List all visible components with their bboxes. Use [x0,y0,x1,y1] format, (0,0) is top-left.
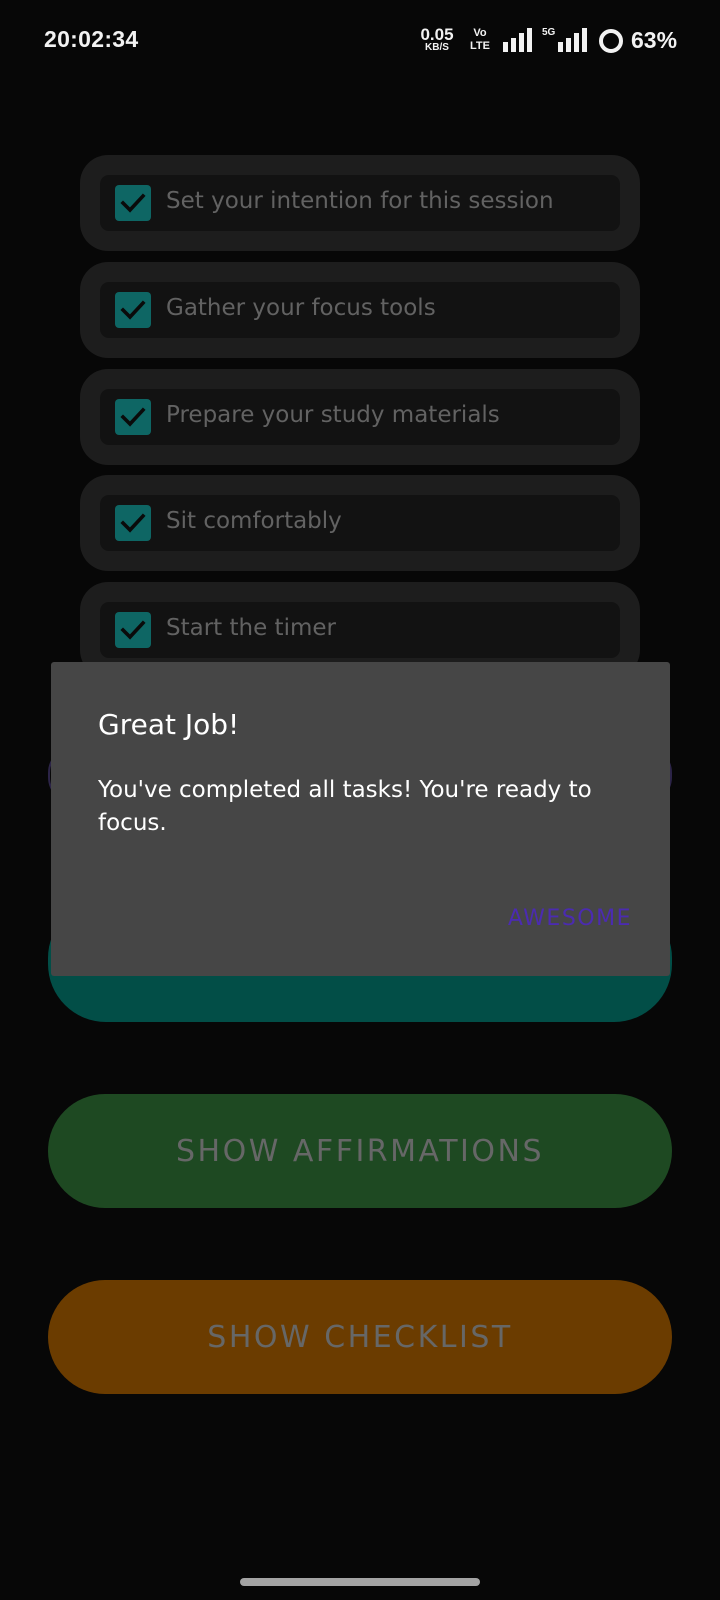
battery-percent: 63% [631,27,678,53]
checklist-item[interactable]: Set your intention for this session [80,155,640,251]
checkbox[interactable] [115,292,151,328]
network-speed-unit: KB/S [425,42,449,53]
check-icon [120,193,146,213]
checklist-item-inner: Gather your focus tools [100,282,620,338]
check-icon [120,620,146,640]
volte-line1: Vo [473,27,487,39]
checklist-item-label: Start the timer [166,615,336,641]
check-icon [120,407,146,427]
completion-dialog: Great Job! You've completed all tasks! Y… [51,662,670,976]
dialog-title: Great Job! [98,708,240,741]
signal-strength-icon [503,28,532,52]
checklist-item-inner: Set your intention for this session [100,175,620,231]
status-time: 20:02:34 [44,26,139,52]
volte-icon: Vo LTE [463,27,497,53]
checklist-item-label: Prepare your study materials [166,402,500,428]
checklist-item-inner: Start the timer [100,602,620,658]
battery-icon [599,29,623,53]
checkbox[interactable] [115,185,151,221]
awesome-button[interactable]: AWESOME [508,906,632,931]
gesture-navigation-bar[interactable] [240,1578,480,1586]
checkbox[interactable] [115,612,151,648]
check-icon [120,513,146,533]
network-5g-label: 5G [542,27,556,38]
checklist-item-label: Sit comfortably [166,508,342,534]
network-speed: 0.05 KB/S [414,26,460,53]
checklist-item-inner: Prepare your study materials [100,389,620,445]
status-bar: 20:02:34 0.05 KB/S Vo LTE 5G 63% [0,0,720,84]
checklist-item-label: Set your intention for this session [166,188,554,214]
checklist-item[interactable]: Gather your focus tools [80,262,640,358]
network-speed-value: 0.05 [420,25,454,44]
check-icon [120,300,146,320]
show-checklist-button[interactable]: SHOW CHECKLIST [48,1280,672,1394]
signal-strength-5g-icon [558,28,587,52]
checklist-item[interactable]: Sit comfortably [80,475,640,571]
checklist-item-label: Gather your focus tools [166,295,436,321]
checklist-item-inner: Sit comfortably [100,495,620,551]
checklist-item[interactable]: Prepare your study materials [80,369,640,465]
checkbox[interactable] [115,399,151,435]
volte-line2: LTE [470,40,490,52]
dialog-message: You've completed all tasks! You're ready… [98,777,592,836]
show-affirmations-button[interactable]: SHOW AFFIRMATIONS [48,1094,672,1208]
checkbox[interactable] [115,505,151,541]
